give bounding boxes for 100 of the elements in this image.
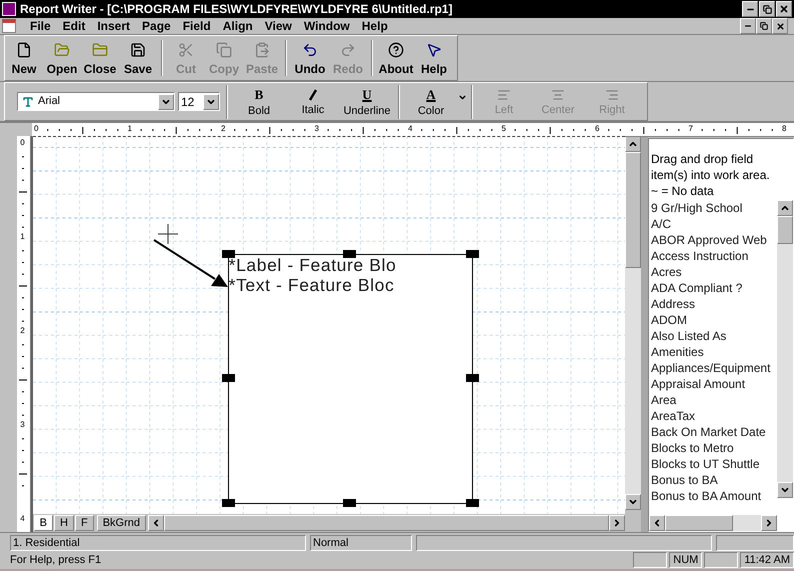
scroll-up-button[interactable] <box>777 200 793 216</box>
resize-handle[interactable] <box>466 250 479 258</box>
dropdown-button[interactable] <box>158 94 174 110</box>
question-mark-icon <box>388 42 404 58</box>
list-entry[interactable]: Bonus to BA <box>649 472 777 488</box>
resize-handle[interactable] <box>466 499 479 507</box>
redo-icon <box>340 42 356 58</box>
list-entry[interactable]: AreaTax <box>649 408 777 424</box>
resize-handle[interactable] <box>342 499 356 507</box>
menu-item[interactable]: View <box>258 20 298 32</box>
close-button[interactable]: Close <box>81 42 119 74</box>
list-entry[interactable]: ADA Compliant ? <box>649 280 777 296</box>
scroll-up-button[interactable] <box>625 136 641 152</box>
list-entry[interactable]: A/C <box>649 216 777 232</box>
resize-handle[interactable] <box>342 250 356 258</box>
menu-item[interactable]: Help <box>356 20 394 32</box>
list-entry[interactable]: Amenities <box>649 344 777 360</box>
section-tab[interactable]: F <box>74 515 94 531</box>
instruction-text: Drag and drop field <box>650 151 754 167</box>
info-pane: 1. Residential <box>10 534 306 550</box>
scroll-thumb[interactable] <box>777 216 793 244</box>
section-tab[interactable]: H <box>54 515 74 531</box>
new-button[interactable]: New <box>5 42 43 74</box>
resize-handle[interactable] <box>222 499 235 507</box>
scroll-right-button[interactable] <box>761 515 777 531</box>
pointer-help-icon <box>426 42 442 58</box>
ruler-number: 3 <box>314 125 319 133</box>
scroll-thumb[interactable] <box>625 152 641 268</box>
menu-item[interactable]: File <box>24 20 57 32</box>
list-entry[interactable]: Access Instruction <box>649 248 777 264</box>
section-tab[interactable]: B <box>34 515 54 531</box>
help-button[interactable]: Help <box>415 42 453 74</box>
close-icon <box>776 22 784 30</box>
align-center-icon <box>551 88 565 102</box>
font-size-dropdown[interactable]: 12 <box>178 92 220 111</box>
caret-icon[interactable] <box>458 93 467 102</box>
scroll-down-button[interactable] <box>625 494 641 510</box>
menu-item[interactable]: Window <box>298 20 356 32</box>
list-entry[interactable]: Blocks to Metro <box>649 440 777 456</box>
menu-item[interactable]: Field <box>176 20 217 32</box>
scroll-left-button[interactable] <box>148 515 164 531</box>
crosshair-icon <box>158 224 178 244</box>
frame-text: *Label - Feature Blo <box>228 255 398 275</box>
ruler-number: 1 <box>128 125 132 133</box>
list-entry[interactable]: Also Listed As <box>649 328 777 344</box>
close-button[interactable] <box>772 18 788 34</box>
open-button[interactable]: Open <box>43 42 81 74</box>
text-frame[interactable]: *Label - Feature Blo *Text - Feature Bloc <box>228 254 473 504</box>
ruler-number: 3 <box>20 421 25 429</box>
list-entry[interactable]: Appraisal Amount <box>649 376 777 392</box>
list-entry[interactable]: Address <box>649 296 777 312</box>
minimize-button[interactable] <box>740 18 756 34</box>
list-entry[interactable]: Appliances/Equipment <box>649 360 777 376</box>
menu-item[interactable]: Page <box>136 20 177 32</box>
vertical-scrollbar[interactable] <box>777 200 793 498</box>
list-entry[interactable]: ABOR Approved Web <box>649 232 777 248</box>
vertical-scrollbar[interactable] <box>625 136 641 510</box>
undo-button[interactable]: Undo <box>291 42 329 74</box>
ruler-number: 5 <box>502 125 506 133</box>
color-button[interactable]: A Color <box>404 86 458 116</box>
font-dropdown[interactable]: Arial <box>17 92 175 111</box>
list-entry[interactable]: Area <box>649 392 777 408</box>
maximize-button[interactable] <box>756 18 772 34</box>
maximize-button[interactable] <box>759 1 775 17</box>
ruler-number: 6 <box>595 125 600 133</box>
list-entry[interactable]: Back On Market Date <box>649 424 777 440</box>
align-left-icon <box>497 88 511 102</box>
list-entry[interactable]: ADOM <box>649 312 777 328</box>
window-title: Report Writer - [C:\PROGRAM FILES\WYLDFYRE\WYLDFYRE 6\Untitled.rp1] <box>20 1 454 18</box>
close-button[interactable] <box>776 1 792 17</box>
resize-handle[interactable] <box>222 250 235 258</box>
section-tab[interactable]: BkGrnd <box>96 515 146 531</box>
document-icon <box>2 19 16 33</box>
scroll-thumb[interactable] <box>665 515 733 531</box>
list-entry[interactable]: Blocks to UT Shuttle <box>649 456 777 472</box>
underline-button[interactable]: U Underline <box>340 86 394 116</box>
menu-item[interactable]: Edit <box>56 20 92 32</box>
scroll-down-button[interactable] <box>777 482 793 498</box>
list-entry[interactable]: Acres <box>649 264 777 280</box>
about-button[interactable]: About <box>377 42 415 74</box>
menu-item[interactable]: Insert <box>91 20 136 32</box>
resize-handle[interactable] <box>222 374 235 382</box>
app-icon <box>2 2 16 16</box>
ruler-number: 0 <box>20 139 25 147</box>
horizontal-scrollbar[interactable] <box>649 515 777 531</box>
dropdown-button[interactable] <box>203 94 219 110</box>
resize-handle[interactable] <box>466 374 479 382</box>
scroll-left-button[interactable] <box>649 515 665 531</box>
menu-item[interactable]: Align <box>216 20 259 32</box>
bold-button[interactable]: B Bold <box>232 86 286 116</box>
list-entry[interactable]: 9 Gr/High School <box>649 200 777 216</box>
list-entry[interactable]: Bonus to BA Amount <box>649 488 777 504</box>
ruler-number: 7 <box>688 125 693 133</box>
ruler-number: 4 <box>408 125 412 133</box>
scroll-right-button[interactable] <box>609 515 625 531</box>
italic-button[interactable]: Italic <box>286 88 340 116</box>
save-button[interactable]: Save <box>119 42 157 74</box>
minimize-button[interactable] <box>742 1 758 17</box>
copy-icon <box>216 42 232 58</box>
frame-text: *Text - Feature Bloc <box>228 275 396 295</box>
